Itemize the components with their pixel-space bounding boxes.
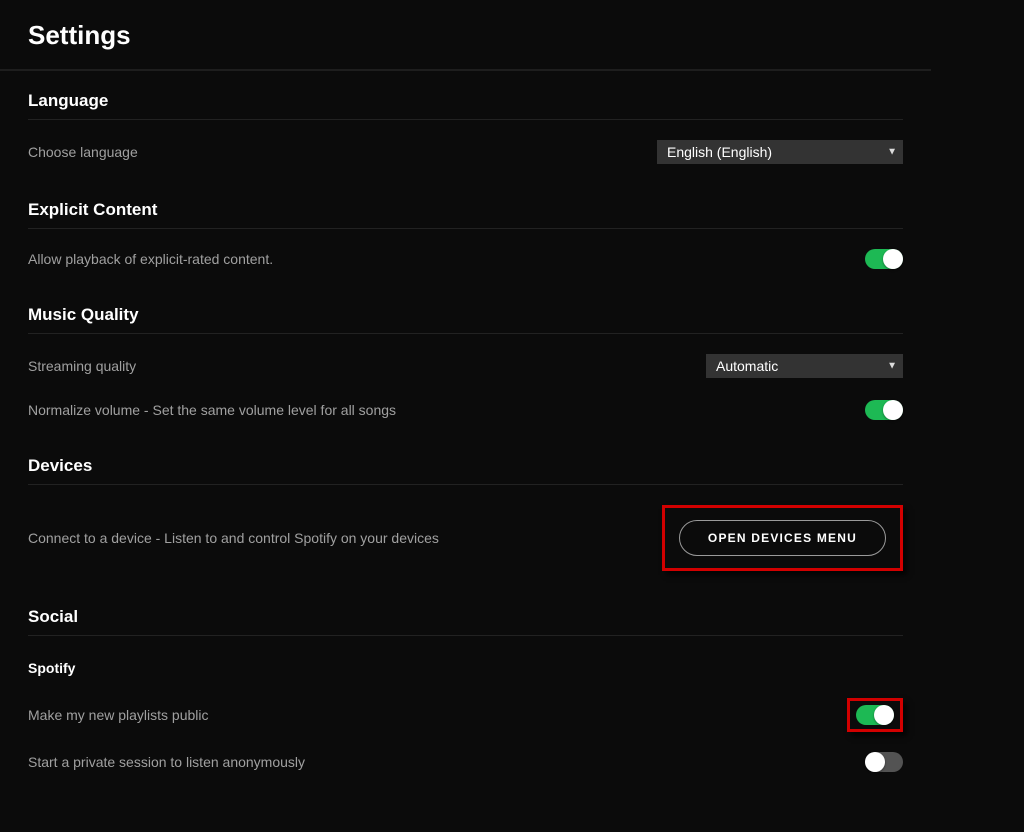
highlight-open-devices: OPEN DEVICES MENU (662, 505, 903, 571)
language-select[interactable]: English (English) ▼ (657, 140, 903, 164)
row-choose-language: Choose language English (English) ▼ (28, 120, 903, 172)
section-title-music-quality: Music Quality (28, 305, 903, 334)
section-title-explicit: Explicit Content (28, 200, 903, 229)
row-private-session: Start a private session to listen anonym… (28, 740, 903, 780)
label-choose-language: Choose language (28, 144, 138, 160)
label-streaming-quality: Streaming quality (28, 358, 136, 374)
row-normalize-volume: Normalize volume - Set the same volume l… (28, 386, 903, 428)
streaming-quality-select-value[interactable]: Automatic (706, 354, 903, 378)
sub-title-spotify: Spotify (28, 660, 903, 676)
section-devices: Devices Connect to a device - Listen to … (28, 456, 903, 579)
section-explicit: Explicit Content Allow playback of expli… (28, 200, 903, 277)
row-explicit-allow: Allow playback of explicit-rated content… (28, 229, 903, 277)
section-title-social: Social (28, 607, 903, 636)
row-streaming-quality: Streaming quality Automatic ▼ (28, 334, 903, 386)
row-public-playlists: Make my new playlists public (28, 690, 903, 740)
page-title: Settings (28, 20, 903, 51)
streaming-quality-select[interactable]: Automatic ▼ (706, 354, 903, 378)
section-title-devices: Devices (28, 456, 903, 485)
toggle-explicit[interactable] (865, 249, 903, 269)
highlight-public-playlists (847, 698, 903, 732)
section-title-language: Language (28, 91, 903, 120)
language-select-value[interactable]: English (English) (657, 140, 903, 164)
toggle-public-playlists[interactable] (856, 705, 894, 725)
section-language: Language Choose language English (Englis… (28, 91, 903, 172)
label-connect-device: Connect to a device - Listen to and cont… (28, 530, 439, 546)
row-connect-device: Connect to a device - Listen to and cont… (28, 485, 903, 579)
section-music-quality: Music Quality Streaming quality Automati… (28, 305, 903, 428)
open-devices-menu-button[interactable]: OPEN DEVICES MENU (679, 520, 886, 556)
top-divider (0, 69, 931, 71)
label-normalize-volume: Normalize volume - Set the same volume l… (28, 402, 396, 418)
label-explicit-allow: Allow playback of explicit-rated content… (28, 251, 273, 267)
label-public-playlists: Make my new playlists public (28, 707, 209, 723)
toggle-private-session[interactable] (865, 752, 903, 772)
label-private-session: Start a private session to listen anonym… (28, 754, 305, 770)
toggle-normalize-volume[interactable] (865, 400, 903, 420)
section-social: Social Spotify Make my new playlists pub… (28, 607, 903, 780)
